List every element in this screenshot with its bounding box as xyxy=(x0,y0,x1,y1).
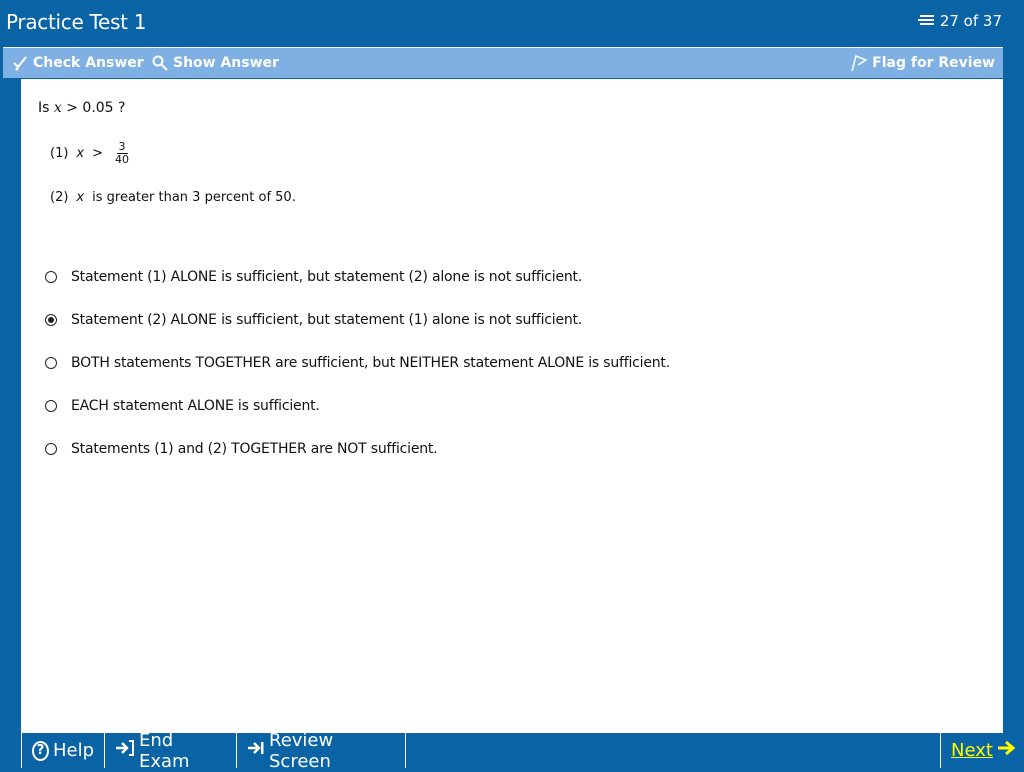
answer-choice-5[interactable]: Statements (1) and (2) TOGETHER are NOT … xyxy=(45,441,438,457)
statement-1-variable: x xyxy=(76,146,85,161)
question-panel: Is x > 0.05 ? (1) x > 3 40 (2) x is grea… xyxy=(21,79,1003,733)
radio-button[interactable] xyxy=(45,271,57,283)
review-screen-label: Review Screen xyxy=(269,729,334,772)
title-bar: Practice Test 1 27 of 37 xyxy=(0,0,1024,45)
flag-for-review-button[interactable]: Flag for Review xyxy=(850,54,995,72)
radio-button-selected[interactable] xyxy=(45,314,57,326)
radio-button[interactable] xyxy=(45,357,57,369)
statement-2-label: (2) xyxy=(50,190,69,205)
next-button[interactable]: Next xyxy=(940,733,1022,768)
list-icon xyxy=(917,14,936,28)
answer-choice-text: Statements (1) and (2) TOGETHER are NOT … xyxy=(71,441,438,457)
bottom-bar: ? Help End Exam Review Screen Next xyxy=(21,730,1024,772)
statement-2-text: is greater than 3 percent of 50. xyxy=(92,190,296,205)
radio-button[interactable] xyxy=(45,443,57,455)
app-title: Practice Test 1 xyxy=(6,10,147,34)
answer-choice-4[interactable]: EACH statement ALONE is sufficient. xyxy=(45,398,320,414)
magnifier-check-icon xyxy=(151,54,169,72)
statement-2-variable: x xyxy=(76,190,85,205)
radio-button[interactable] xyxy=(45,400,57,412)
fraction-denominator: 40 xyxy=(115,153,130,166)
arrow-to-bar-icon xyxy=(247,739,265,762)
answer-choice-2[interactable]: Statement (2) ALONE is sufficient, but s… xyxy=(45,312,582,328)
answer-choice-text: Statement (1) ALONE is sufficient, but s… xyxy=(71,269,583,285)
help-label: Help xyxy=(52,740,94,761)
check-icon xyxy=(11,54,29,72)
prompt-suffix: > 0.05 ? xyxy=(61,100,126,116)
exit-icon xyxy=(115,739,135,762)
progress-text: 27 of 37 xyxy=(939,12,1002,30)
show-answer-label: Show Answer xyxy=(173,55,279,71)
review-screen-button[interactable]: Review Screen xyxy=(237,730,406,772)
statement-1: (1) x > 3 40 xyxy=(50,141,131,166)
question-prompt: Is x > 0.05 ? xyxy=(38,100,125,116)
arrow-right-icon xyxy=(997,739,1017,762)
check-answer-button[interactable]: Check Answer xyxy=(11,54,144,72)
answer-choice-text: Statement (2) ALONE is sufficient, but s… xyxy=(71,312,583,328)
prompt-prefix: Is xyxy=(38,100,54,116)
end-exam-button[interactable]: End Exam xyxy=(105,730,237,772)
statement-1-operator: > xyxy=(92,146,104,161)
statement-2: (2) x is greater than 3 percent of 50. xyxy=(50,190,296,205)
flag-for-review-label: Flag for Review xyxy=(872,55,995,71)
answer-choice-text: BOTH statements TOGETHER are sufficient,… xyxy=(71,355,670,371)
prompt-variable: x xyxy=(53,100,62,116)
answer-choice-3[interactable]: BOTH statements TOGETHER are sufficient,… xyxy=(45,355,670,371)
next-label: Next xyxy=(951,740,993,761)
flag-icon xyxy=(850,54,868,72)
statement-1-label: (1) xyxy=(50,146,69,161)
show-answer-button[interactable]: Show Answer xyxy=(151,54,279,72)
check-answer-label: Check Answer xyxy=(33,55,144,71)
help-button[interactable]: ? Help xyxy=(21,733,105,768)
answer-choice-text: EACH statement ALONE is sufficient. xyxy=(71,398,320,414)
progress-indicator: 27 of 37 xyxy=(917,12,1002,30)
end-exam-label: End Exam xyxy=(139,729,190,772)
toolbar: Check Answer Show Answer Flag for Review xyxy=(3,47,1003,78)
answer-choice-1[interactable]: Statement (1) ALONE is sufficient, but s… xyxy=(45,269,582,285)
help-icon: ? xyxy=(32,740,49,761)
fraction: 3 40 xyxy=(113,141,131,166)
